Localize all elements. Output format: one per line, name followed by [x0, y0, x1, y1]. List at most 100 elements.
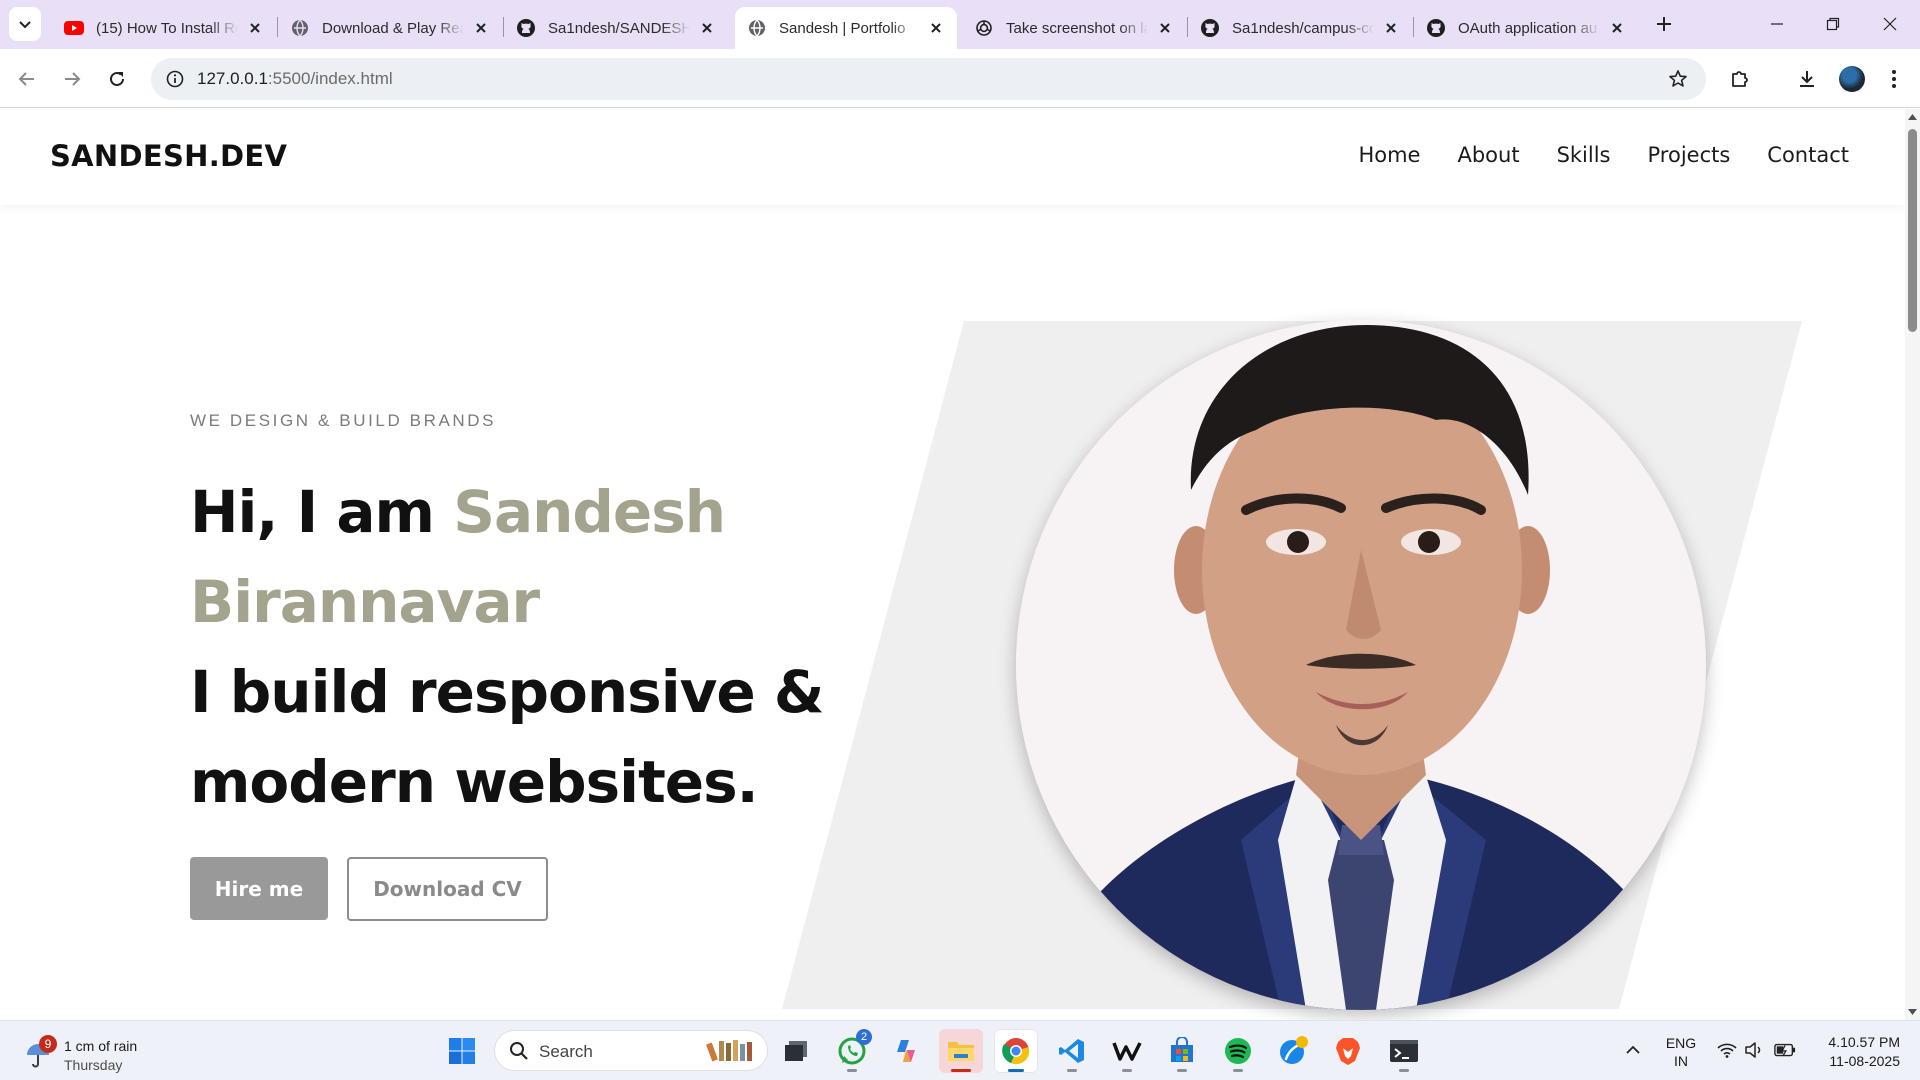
tab-search-button[interactable] [9, 7, 41, 41]
url-text[interactable]: 127.0.0.1:5500/index.html [197, 69, 393, 89]
spotify-icon [1225, 1038, 1251, 1064]
close-icon[interactable] [925, 17, 947, 39]
nav-about[interactable]: About [1457, 143, 1519, 167]
chevron-up-icon [1626, 1045, 1640, 1054]
taskbar-brave[interactable] [1326, 1029, 1370, 1073]
tab-download-play[interactable]: Download & Play Rea [278, 7, 502, 49]
close-icon[interactable] [1154, 17, 1176, 39]
close-icon[interactable] [470, 17, 492, 39]
tab-youtube[interactable]: (15) How To Install Re [52, 7, 276, 49]
weather-widget[interactable]: 9 1 cm of rain Thursday [18, 1029, 178, 1073]
taskbar-spotify[interactable] [1216, 1029, 1260, 1073]
taskbar-task-view[interactable] [774, 1029, 818, 1073]
site-logo[interactable]: SANDESH.DEV [50, 139, 287, 173]
restore-button[interactable] [1810, 6, 1856, 42]
wifi-icon[interactable] [1716, 1039, 1738, 1061]
kebab-menu-icon [1892, 70, 1896, 88]
site-info-icon[interactable] [161, 65, 189, 93]
nav-skills[interactable]: Skills [1557, 143, 1611, 167]
extensions-button[interactable] [1722, 61, 1758, 97]
tab-github-campus[interactable]: Sa1ndesh/campus-co [1188, 7, 1412, 49]
github-icon [1426, 18, 1446, 38]
reload-button[interactable] [99, 61, 135, 97]
profile-photo [1016, 320, 1706, 1010]
tab-title: Sandesh | Portfolio [779, 19, 906, 37]
region-line: IN [1674, 1053, 1688, 1069]
hero-eyebrow: WE DESIGN & BUILD BRANDS [190, 411, 497, 430]
tab-portfolio[interactable]: Sandesh | Portfolio [735, 7, 957, 49]
tab-title: Download & Play Rea [322, 19, 464, 37]
scroll-down-arrow-icon[interactable] [1907, 1007, 1918, 1017]
close-icon[interactable] [244, 17, 266, 39]
puzzle-icon [1732, 71, 1748, 87]
tab-oauth[interactable]: OAuth application au [1414, 7, 1638, 49]
task-view-icon [785, 1041, 807, 1061]
chatgpt-icon [974, 18, 994, 38]
nav-contact[interactable]: Contact [1767, 143, 1849, 167]
tab-title: Sa1ndesh/campus-co [1232, 19, 1374, 37]
browser-toolbar: 127.0.0.1:5500/index.html [0, 49, 1920, 108]
taskbar-vscode[interactable] [1050, 1029, 1094, 1073]
arrow-left-icon [18, 72, 34, 86]
whatsapp-badge: 2 [856, 1029, 872, 1045]
bookmark-star-icon[interactable] [1666, 67, 1690, 91]
taskbar-chrome[interactable] [994, 1029, 1038, 1073]
tab-title: Sa1ndesh/SANDESH- [548, 19, 690, 37]
new-tab-button[interactable] [1650, 10, 1678, 38]
vscode-icon [1059, 1039, 1084, 1063]
close-icon [1883, 17, 1897, 31]
close-icon[interactable] [1380, 17, 1402, 39]
hero-greeting: Hi, I am [190, 478, 454, 546]
youtube-icon [64, 18, 84, 38]
tab-github-sandesh[interactable]: Sa1ndesh/SANDESH- [504, 7, 728, 49]
hero-tagline: I build responsive & modern websites. [190, 658, 824, 816]
close-icon[interactable] [696, 17, 718, 39]
battery-icon[interactable] [1774, 1039, 1796, 1061]
download-cv-button[interactable]: Download CV [347, 857, 548, 921]
volume-icon[interactable] [1743, 1039, 1765, 1061]
window-close-button[interactable] [1867, 6, 1913, 42]
arrow-right-icon [65, 72, 81, 86]
browser-menu-button[interactable] [1876, 61, 1912, 97]
taskbar-terminal[interactable] [1382, 1029, 1426, 1073]
taskbar-store[interactable] [1160, 1029, 1204, 1073]
system-clock[interactable]: 4.10.57 PM 11-08-2025 [1816, 1033, 1900, 1071]
taskbar-app-blue[interactable] [1271, 1029, 1315, 1073]
forward-button[interactable] [54, 61, 90, 97]
globe-icon [747, 18, 767, 38]
downloads-button[interactable] [1789, 61, 1825, 97]
taskbar-copilot[interactable] [884, 1029, 928, 1073]
profile-button[interactable] [1834, 61, 1870, 97]
restore-icon [1826, 17, 1840, 31]
hire-me-button[interactable]: Hire me [190, 857, 328, 920]
tab-title: (15) How To Install Re [96, 19, 238, 37]
nav-projects[interactable]: Projects [1648, 143, 1731, 167]
windows-logo-icon [449, 1038, 475, 1064]
back-button[interactable] [9, 61, 45, 97]
minimize-button[interactable] [1754, 6, 1800, 42]
clock-date: 11-08-2025 [1829, 1053, 1900, 1069]
search-icon [510, 1042, 528, 1060]
scroll-up-arrow-icon[interactable] [1907, 112, 1918, 122]
weather-day: Thursday [64, 1057, 123, 1073]
url-path: :5500/index.html [267, 69, 393, 88]
tray-overflow-button[interactable] [1622, 1039, 1644, 1061]
close-icon[interactable] [1606, 17, 1628, 39]
language-indicator[interactable]: ENG IN [1664, 1034, 1698, 1070]
taskbar-file-explorer[interactable] [939, 1029, 983, 1073]
tab-screenshot[interactable]: Take screenshot on la [962, 7, 1186, 49]
search-highlight-icon [706, 1040, 752, 1062]
app-feather-icon [1280, 1036, 1308, 1064]
tab-title: Take screenshot on la [1006, 19, 1148, 37]
taskbar-whatsapp[interactable]: 2 [830, 1029, 874, 1073]
folder-icon [948, 1042, 974, 1061]
taskbar-app-w[interactable] [1105, 1029, 1149, 1073]
page-scrollbar[interactable] [1905, 109, 1920, 1020]
start-button[interactable] [440, 1029, 484, 1073]
nav-home[interactable]: Home [1358, 143, 1420, 167]
weather-badge: 9 [39, 1035, 57, 1053]
address-bar[interactable]: 127.0.0.1:5500/index.html [151, 58, 1706, 100]
scrollbar-thumb[interactable] [1908, 129, 1917, 332]
hero-headline: Hi, I am Sandesh Birannavar I build respo… [190, 467, 830, 827]
taskbar-search[interactable]: Search [494, 1030, 768, 1071]
